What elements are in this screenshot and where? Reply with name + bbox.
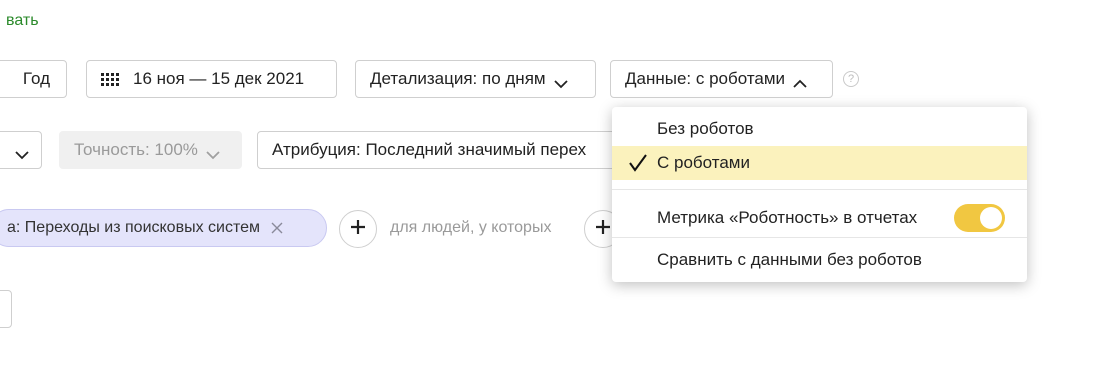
period-year-label: Год	[22, 69, 50, 88]
menu-item-label: С роботами	[657, 153, 750, 172]
menu-item-label: Метрика «Роботность» в отчетах	[657, 208, 918, 227]
menu-divider	[612, 237, 1027, 238]
data-dropdown-menu: Без роботов С роботами Метрика «Роботнос…	[612, 107, 1027, 282]
menu-item-robotness-metric[interactable]: Метрика «Роботность» в отчетах	[612, 196, 1027, 240]
attribution-dropdown-button[interactable]: Атрибуция: Последний значимый перех	[257, 131, 637, 169]
top-link[interactable]: вать	[6, 12, 39, 30]
menu-item-label: Без роботов	[657, 119, 754, 138]
people-condition-text: для людей, у которых	[390, 219, 552, 236]
accuracy-dropdown-button[interactable]: Точность: 100%	[59, 131, 242, 169]
toggle-knob	[980, 207, 1002, 229]
date-range-button[interactable]: 16 ноя — 15 дек 2021	[86, 60, 337, 98]
calendar-icon	[101, 72, 121, 86]
accuracy-label: Точность: 100%	[74, 140, 198, 159]
chevron-down-icon	[206, 145, 220, 160]
menu-item-compare[interactable]: Сравнить с данными без роботов	[612, 243, 1027, 277]
chevron-down-icon	[15, 145, 29, 160]
chevron-down-icon	[553, 74, 568, 89]
attribution-label: Атрибуция: Последний значимый перех	[272, 140, 587, 159]
add-segment-button[interactable]	[339, 210, 377, 248]
plus-icon	[350, 219, 366, 240]
menu-item-with-robots[interactable]: С роботами	[612, 146, 1027, 180]
segment-chip-label: а: Переходы из поисковых систем	[7, 219, 261, 236]
data-dropdown-button[interactable]: Данные: с роботами	[610, 60, 833, 98]
detail-label: Детализация: по дням	[370, 69, 546, 88]
menu-divider	[612, 189, 1027, 190]
partial-dropdown-button[interactable]	[0, 131, 42, 169]
checkmark-icon	[628, 154, 648, 172]
menu-item-without-robots[interactable]: Без роботов	[612, 112, 1027, 146]
data-label: Данные: с роботами	[625, 69, 786, 88]
date-range-label: 16 ноя — 15 дек 2021	[133, 69, 305, 88]
period-year-button[interactable]: Год	[0, 60, 67, 98]
segment-chip[interactable]: а: Переходы из поисковых систем	[0, 209, 327, 247]
robotness-toggle[interactable]	[954, 204, 1005, 232]
menu-item-label: Сравнить с данными без роботов	[657, 250, 922, 269]
plus-icon	[595, 219, 611, 240]
help-icon[interactable]: ?	[843, 71, 859, 87]
partial-input-box[interactable]	[0, 290, 12, 328]
close-icon[interactable]	[270, 221, 284, 235]
detail-dropdown-button[interactable]: Детализация: по дням	[355, 60, 596, 98]
chevron-up-icon	[793, 74, 807, 88]
